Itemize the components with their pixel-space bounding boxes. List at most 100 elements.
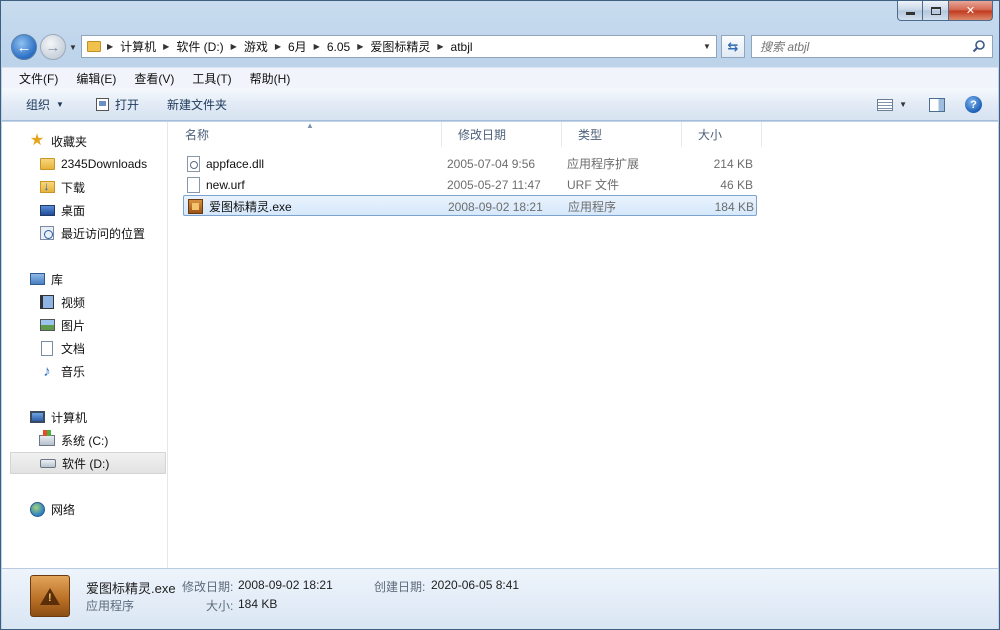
- forward-button[interactable]: →: [40, 34, 66, 60]
- details-created-value: 2020-06-05 8:41: [431, 578, 520, 592]
- chevron-right-icon[interactable]: ▶: [437, 42, 443, 51]
- column-header-size[interactable]: 大小: [682, 122, 762, 147]
- file-row-selected[interactable]: 爱图标精灵.exe 2008-09-02 18:21 应用程序 184 KB: [183, 195, 757, 216]
- address-bar[interactable]: ▶ 计算机 ▶ 软件 (D:) ▶ 游戏 ▶ 6月 ▶ 6.05 ▶ 爱图标精灵…: [81, 35, 717, 58]
- warning-icon: !: [40, 587, 60, 605]
- sidebar-libraries[interactable]: 库: [29, 268, 63, 290]
- navigation-pane: ★ 收藏夹 2345Downloads 下载 桌面 最近访问的位置 库: [2, 122, 168, 568]
- file-row[interactable]: appface.dll 2005-07-04 9:56 应用程序扩展 214 K…: [183, 153, 757, 174]
- chevron-right-icon[interactable]: ▶: [163, 42, 169, 51]
- change-view-icon[interactable]: [877, 98, 894, 111]
- open-icon: [95, 97, 109, 111]
- breadcrumb-games[interactable]: 游戏: [244, 38, 268, 55]
- details-modified-label: 修改日期:: [182, 580, 234, 594]
- menu-help[interactable]: 帮助(H): [241, 70, 300, 87]
- downloads-icon: [39, 179, 55, 193]
- breadcrumb-atbjl[interactable]: atbjl: [451, 40, 473, 54]
- file-type: 应用程序: [568, 200, 617, 214]
- chevron-right-icon[interactable]: ▶: [275, 42, 281, 51]
- breadcrumb-june[interactable]: 6月: [288, 38, 307, 55]
- star-icon: ★: [29, 132, 45, 149]
- sidebar-item-label: 下载: [61, 180, 86, 195]
- folder-icon: [87, 41, 101, 52]
- sort-ascending-icon: ▲: [306, 121, 314, 130]
- sidebar-item-label: 桌面: [61, 203, 86, 218]
- file-row[interactable]: new.urf 2005-05-27 11:47 URF 文件 46 KB: [183, 174, 757, 195]
- system-drive-icon: [39, 429, 55, 446]
- close-button[interactable]: ✕: [949, 1, 993, 21]
- file-date: 2005-07-04 9:56: [447, 156, 536, 171]
- sidebar-network-label: 网络: [51, 502, 76, 517]
- search-icon[interactable]: [972, 39, 986, 53]
- sidebar-item-desktop[interactable]: 桌面: [39, 199, 85, 221]
- sidebar-item-videos[interactable]: 视频: [39, 291, 85, 313]
- search-input[interactable]: [760, 39, 960, 54]
- sidebar-item-documents[interactable]: 文档: [39, 337, 85, 359]
- sidebar-item-drive-c[interactable]: 系统 (C:): [39, 429, 108, 451]
- organize-label: 组织: [26, 97, 51, 112]
- video-icon: [40, 295, 54, 309]
- details-modified-value: 2008-09-02 18:21: [238, 578, 333, 592]
- chevron-right-icon[interactable]: ▶: [314, 42, 320, 51]
- new-folder-button[interactable]: 新建文件夹: [157, 88, 237, 120]
- sidebar-item-music[interactable]: ♪ 音乐: [39, 360, 85, 382]
- column-header-date[interactable]: 修改日期: [442, 122, 562, 147]
- open-label: 打开: [114, 97, 139, 112]
- help-icon[interactable]: ?: [965, 96, 982, 113]
- minimize-button[interactable]: [897, 1, 923, 21]
- address-dropdown[interactable]: ▼: [698, 36, 716, 57]
- refresh-button[interactable]: ⇆: [721, 35, 745, 58]
- file-name-cell: new.urf: [187, 174, 245, 195]
- search-box[interactable]: [751, 35, 993, 58]
- recent-places-icon: [40, 226, 54, 240]
- breadcrumb-6-05[interactable]: 6.05: [327, 40, 350, 54]
- chevron-down-icon[interactable]: ▼: [899, 100, 907, 109]
- organize-button[interactable]: 组织 ▼: [2, 88, 74, 120]
- file-size: 46 KB: [720, 177, 753, 192]
- chevron-right-icon[interactable]: ▶: [231, 42, 237, 51]
- sidebar-item-label: 最近访问的位置: [61, 226, 146, 241]
- explorer-window: ✕ ← → ▼ ▶ 计算机 ▶ 软件 (D:) ▶ 游戏 ▶ 6月 ▶ 6.05…: [0, 0, 1000, 630]
- chevron-right-icon[interactable]: ▶: [107, 42, 113, 51]
- preview-pane-icon[interactable]: [929, 97, 945, 112]
- content-area: ★ 收藏夹 2345Downloads 下载 桌面 最近访问的位置 库: [2, 121, 998, 568]
- breadcrumb-computer[interactable]: 计算机: [120, 38, 156, 55]
- sidebar-computer[interactable]: 计算机: [29, 406, 87, 428]
- menu-edit[interactable]: 编辑(E): [67, 70, 125, 87]
- sidebar-favorites[interactable]: ★ 收藏夹: [29, 130, 87, 152]
- column-header-type[interactable]: 类型: [562, 122, 682, 147]
- sidebar-libraries-label: 库: [51, 272, 64, 287]
- desktop-icon: [39, 204, 55, 216]
- folder-icon: [39, 158, 55, 170]
- sidebar-item-downloads[interactable]: 下载: [39, 176, 85, 198]
- sidebar-item-2345downloads[interactable]: 2345Downloads: [39, 153, 147, 175]
- maximize-button[interactable]: [923, 1, 949, 21]
- menu-tools[interactable]: 工具(T): [183, 70, 240, 87]
- breadcrumb-drive-d[interactable]: 软件 (D:): [176, 38, 223, 55]
- chevron-down-icon: ▼: [703, 42, 711, 51]
- open-button[interactable]: 打开: [86, 88, 149, 120]
- recent-pages-dropdown[interactable]: ▼: [69, 43, 77, 52]
- menu-view[interactable]: 查看(V): [125, 70, 183, 87]
- sidebar-item-pictures[interactable]: 图片: [39, 314, 85, 336]
- menu-file[interactable]: 文件(F): [10, 70, 67, 87]
- file-type: 应用程序扩展: [567, 157, 640, 171]
- music-note-icon: ♪: [43, 362, 51, 380]
- column-name-label: 名称: [185, 128, 210, 142]
- chevron-right-icon[interactable]: ▶: [357, 42, 363, 51]
- sidebar-item-drive-d[interactable]: 软件 (D:): [10, 452, 166, 474]
- column-header-name[interactable]: ▲ 名称: [169, 121, 442, 147]
- menu-bar: 文件(F) 编辑(E) 查看(V) 工具(T) 帮助(H): [2, 67, 998, 88]
- sidebar-computer-label: 计算机: [51, 410, 88, 425]
- column-date-label: 修改日期: [458, 128, 507, 142]
- sidebar-network[interactable]: 网络: [29, 498, 75, 520]
- details-size-label: 大小:: [206, 599, 234, 613]
- file-type: URF 文件: [567, 178, 619, 192]
- sidebar-favorites-label: 收藏夹: [51, 134, 88, 149]
- sidebar-item-recent-places[interactable]: 最近访问的位置: [39, 222, 145, 244]
- breadcrumb-aitubiao[interactable]: 爱图标精灵: [370, 38, 430, 55]
- back-button[interactable]: ←: [11, 34, 37, 60]
- refresh-icon: ⇆: [727, 38, 739, 54]
- chevron-down-icon: ▼: [56, 99, 64, 109]
- close-icon: ✕: [965, 5, 976, 17]
